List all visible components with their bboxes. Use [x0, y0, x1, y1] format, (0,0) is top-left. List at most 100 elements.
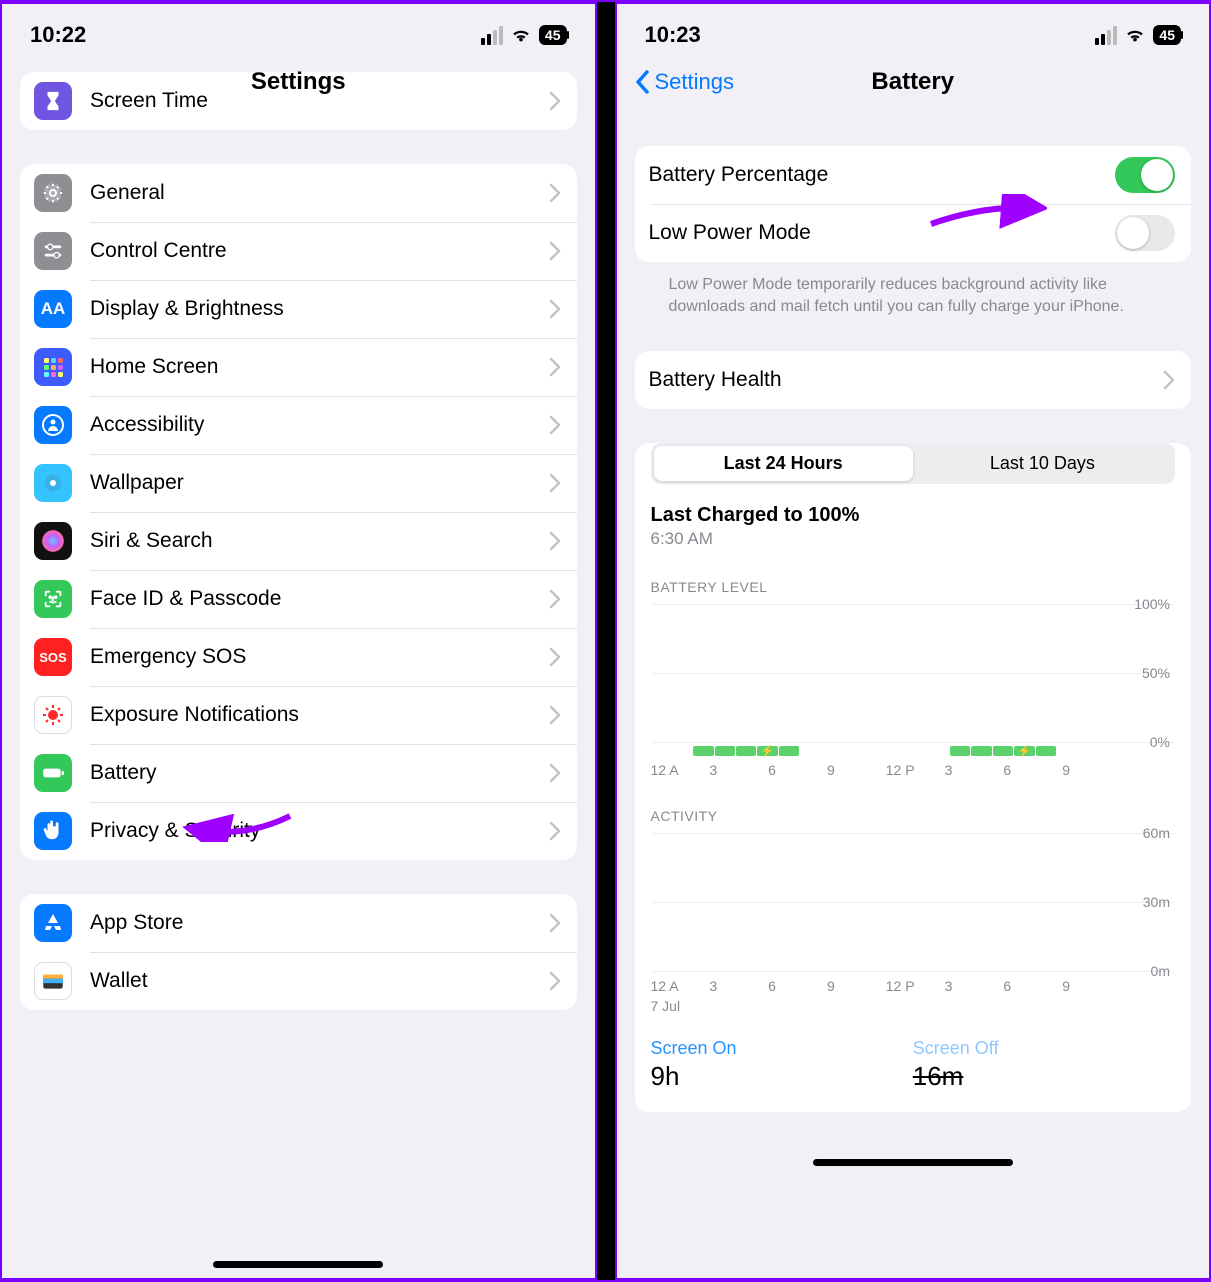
settings-screen: 10:22 45 Settings Screen Time GeneralCon…	[2, 2, 597, 1280]
screen-on-label: Screen On	[651, 1038, 913, 1059]
back-label: Settings	[655, 69, 735, 95]
redaction-bar	[813, 1159, 1013, 1166]
group-battery-health: Battery Health	[635, 351, 1192, 409]
activity-chart: 60m 30m 0m	[651, 832, 1122, 972]
cellular-icon	[481, 26, 503, 45]
page-title: Battery	[871, 68, 954, 96]
wallet-icon	[34, 962, 72, 1000]
screen-on-val: 9h	[651, 1061, 913, 1092]
label: General	[90, 181, 549, 205]
x-axis: 12 A36912 P369	[651, 762, 1122, 778]
gear-icon	[34, 174, 72, 212]
row-battery[interactable]: Battery	[20, 744, 577, 802]
hand-icon	[34, 812, 72, 850]
back-button[interactable]: Settings	[635, 69, 735, 95]
sos-icon: SOS	[34, 638, 72, 676]
low-power-note: Low Power Mode temporarily reduces backg…	[635, 262, 1192, 317]
chevron-right-icon	[549, 531, 561, 551]
row-exposure[interactable]: Exposure Notifications	[20, 686, 577, 744]
label: Privacy & Security	[90, 819, 549, 843]
row-general[interactable]: General	[20, 164, 577, 222]
activity-caption: ACTIVITY	[651, 808, 1176, 824]
battery-level-chart: 100% 50% 0%	[651, 603, 1122, 743]
status-bar: 10:22 45	[2, 4, 595, 56]
row-sos[interactable]: SOS Emergency SOS	[20, 628, 577, 686]
chevron-right-icon	[549, 705, 561, 725]
label: Control Centre	[90, 239, 549, 263]
row-siri[interactable]: Siri & Search	[20, 512, 577, 570]
chevron-right-icon	[549, 589, 561, 609]
battery-icon	[34, 754, 72, 792]
screen-off-val: 16m	[913, 1061, 1175, 1092]
battery-percentage-switch[interactable]	[1115, 157, 1175, 193]
label: App Store	[90, 911, 549, 935]
aa-icon: AA	[34, 290, 72, 328]
row-battery-percentage[interactable]: Battery Percentage	[635, 146, 1192, 204]
chevron-right-icon	[549, 91, 561, 111]
row-control-centre[interactable]: Control Centre	[20, 222, 577, 280]
label: Battery Percentage	[649, 163, 1116, 187]
label: Wallet	[90, 969, 549, 993]
row-faceid[interactable]: Face ID & Passcode	[20, 570, 577, 628]
status-bar: 10:23 45	[617, 4, 1210, 56]
screen-off-label: Screen Off	[913, 1038, 1175, 1059]
row-privacy[interactable]: Privacy & Security	[20, 802, 577, 860]
navbar: Settings Battery	[617, 56, 1210, 112]
date-tag: 7 Jul	[651, 998, 1176, 1014]
charging-indicator: ⚡⚡	[651, 746, 1122, 756]
last-charged-title: Last Charged to 100%	[651, 504, 1176, 527]
low-power-switch[interactable]	[1115, 215, 1175, 251]
chevron-right-icon	[1163, 370, 1175, 390]
seg-last-24h[interactable]: Last 24 Hours	[654, 446, 913, 481]
label: Face ID & Passcode	[90, 587, 549, 611]
chevron-right-icon	[549, 415, 561, 435]
row-home-screen[interactable]: Home Screen	[20, 338, 577, 396]
siri-icon	[34, 522, 72, 560]
chevron-right-icon	[549, 183, 561, 203]
group-main: General Control Centre AA Display & Brightn…	[20, 164, 577, 860]
label: Low Power Mode	[649, 221, 1116, 245]
chevron-right-icon	[549, 913, 561, 933]
label: Wallpaper	[90, 471, 549, 495]
row-battery-health[interactable]: Battery Health	[635, 351, 1192, 409]
chevron-right-icon	[549, 299, 561, 319]
grid-icon	[34, 348, 72, 386]
row-app-store[interactable]: App Store	[20, 894, 577, 952]
label: Battery	[90, 761, 549, 785]
wifi-icon	[1124, 24, 1146, 46]
row-screen-time[interactable]: Screen Time	[20, 72, 577, 130]
chevron-right-icon	[549, 763, 561, 783]
chevron-right-icon	[549, 357, 561, 377]
seg-last-10d[interactable]: Last 10 Days	[913, 446, 1172, 481]
row-wallet[interactable]: Wallet	[20, 952, 577, 1010]
group-screentime: Screen Time	[20, 72, 577, 130]
cellular-icon	[1095, 26, 1117, 45]
battery-icon: 45	[1153, 25, 1181, 45]
flower-icon	[34, 464, 72, 502]
label: Home Screen	[90, 355, 549, 379]
chevron-right-icon	[549, 241, 561, 261]
segmented-control[interactable]: Last 24 Hours Last 10 Days	[651, 443, 1176, 484]
label: Display & Brightness	[90, 297, 549, 321]
usage-card: Last 24 Hours Last 10 Days Last Charged …	[635, 443, 1192, 1112]
label: Exposure Notifications	[90, 703, 549, 727]
row-wallpaper[interactable]: Wallpaper	[20, 454, 577, 512]
x-axis: 12 A36912 P369	[651, 978, 1122, 994]
row-accessibility[interactable]: Accessibility	[20, 396, 577, 454]
label: Battery Health	[649, 368, 1164, 392]
home-indicator	[213, 1261, 383, 1268]
row-low-power-mode[interactable]: Low Power Mode	[635, 204, 1192, 262]
battery-screen: 10:23 45 Settings Battery Battery Percen…	[615, 2, 1210, 1280]
screen-usage-row: Screen On 9h Screen Off 16m	[651, 1038, 1176, 1092]
battery-icon: 45	[539, 25, 567, 45]
appstore-icon	[34, 904, 72, 942]
label: Emergency SOS	[90, 645, 549, 669]
chevron-right-icon	[549, 971, 561, 991]
status-time: 10:23	[645, 22, 701, 48]
row-display[interactable]: AA Display & Brightness	[20, 280, 577, 338]
label: Siri & Search	[90, 529, 549, 553]
person-icon	[34, 406, 72, 444]
group-store: App Store Wallet	[20, 894, 577, 1010]
group-toggles: Battery Percentage Low Power Mode	[635, 146, 1192, 262]
chevron-right-icon	[549, 821, 561, 841]
